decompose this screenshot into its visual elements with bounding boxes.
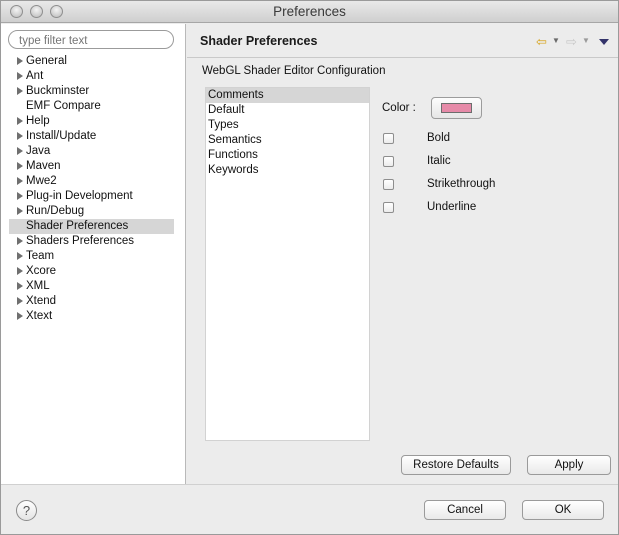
expand-arrow-icon[interactable]	[17, 207, 23, 215]
filter-input[interactable]	[8, 30, 174, 49]
page-header: Shader Preferences ⇦ ▼ ⇨ ▼	[187, 24, 618, 58]
tree-item-label: Maven	[26, 160, 61, 172]
tree-item[interactable]: Xcore	[9, 264, 174, 279]
back-arrow-icon[interactable]: ⇦	[536, 34, 547, 50]
syntax-list-item[interactable]: Comments	[206, 88, 369, 103]
tree-item[interactable]: Buckminster	[9, 84, 174, 99]
italic-checkbox[interactable]	[383, 156, 394, 167]
tree-item-label: Install/Update	[26, 130, 97, 142]
syntax-list-item[interactable]: Semantics	[206, 133, 369, 148]
tree-item[interactable]: XML	[9, 279, 174, 294]
expand-arrow-icon[interactable]	[17, 147, 23, 155]
page-title: Shader Preferences	[200, 34, 318, 48]
help-icon[interactable]: ?	[16, 500, 37, 521]
tree-item[interactable]: Shaders Preferences	[9, 234, 174, 249]
tree-item-label: Xcore	[26, 265, 57, 277]
tree-item-label: Xtend	[26, 295, 57, 307]
tree-item[interactable]: Shader Preferences	[9, 219, 174, 234]
underline-checkbox[interactable]	[383, 202, 394, 213]
tree-item-label: Java	[26, 145, 51, 157]
tree-item[interactable]: Help	[9, 114, 174, 129]
preferences-tree-pane: General Ant Buckminster EMF Compare Help Inst…	[1, 24, 186, 484]
syntax-list-item[interactable]: Functions	[206, 148, 369, 163]
tree-item[interactable]: Maven	[9, 159, 174, 174]
tree-item-label: Shader Preferences	[26, 220, 129, 232]
strikethrough-checkbox[interactable]	[383, 179, 394, 190]
expand-arrow-icon[interactable]	[17, 237, 23, 245]
expand-arrow-icon[interactable]	[17, 87, 23, 95]
back-dropdown-icon[interactable]: ▼	[552, 36, 560, 45]
tree-item-label: Mwe2	[26, 175, 57, 187]
tree-item-label: XML	[26, 280, 50, 292]
tree-item[interactable]: Team	[9, 249, 174, 264]
cancel-button[interactable]: Cancel	[424, 500, 506, 520]
tree-item[interactable]: Install/Update	[9, 129, 174, 144]
tree-item[interactable]: Run/Debug	[9, 204, 174, 219]
tree-item-label: Shaders Preferences	[26, 235, 135, 247]
italic-label: Italic	[427, 155, 451, 167]
syntax-list-item[interactable]: Keywords	[206, 163, 369, 178]
view-menu-icon[interactable]	[599, 39, 609, 45]
expand-arrow-icon[interactable]	[17, 297, 23, 305]
tree-item-label: Help	[26, 115, 50, 127]
tree-item-label: Buckminster	[26, 85, 90, 97]
tree-item[interactable]: Mwe2	[9, 174, 174, 189]
config-label: WebGL Shader Editor Configuration	[202, 65, 386, 77]
bold-label: Bold	[427, 132, 451, 144]
tree-item[interactable]: Java	[9, 144, 174, 159]
tree-item-label: Team	[26, 250, 55, 262]
expand-arrow-icon[interactable]	[17, 177, 23, 185]
tree-item[interactable]: Xtext	[9, 309, 174, 324]
tree-item[interactable]: Xtend	[9, 294, 174, 309]
color-label: Color :	[382, 102, 416, 114]
expand-arrow-icon[interactable]	[17, 312, 23, 320]
ok-button[interactable]: OK	[522, 500, 604, 520]
window-title: Preferences	[273, 4, 346, 19]
syntax-element-list[interactable]: Comments Default Types Semantics Functions Ke…	[205, 87, 370, 441]
expand-arrow-icon[interactable]	[17, 252, 23, 260]
underline-label: Underline	[427, 201, 477, 213]
dialog-button-bar: ? Cancel OK	[1, 484, 618, 534]
syntax-list-item[interactable]: Default	[206, 103, 369, 118]
tree-item[interactable]: EMF Compare	[9, 99, 174, 114]
expand-arrow-icon[interactable]	[17, 267, 23, 275]
forward-arrow-icon[interactable]: ⇨	[566, 34, 577, 50]
apply-button[interactable]: Apply	[527, 455, 611, 475]
syntax-list-item[interactable]: Types	[206, 118, 369, 133]
tree-item-label: Plug-in Development	[26, 190, 133, 202]
tree-item[interactable]: Ant	[9, 69, 174, 84]
tree-item-label: Run/Debug	[26, 205, 85, 217]
restore-defaults-button[interactable]: Restore Defaults	[401, 455, 511, 475]
color-swatch	[441, 103, 472, 113]
forward-dropdown-icon[interactable]: ▼	[582, 36, 590, 45]
tree-item[interactable]: General	[9, 54, 174, 69]
title-bar: Preferences	[1, 1, 618, 23]
expand-arrow-icon[interactable]	[17, 162, 23, 170]
tree-item[interactable]: Plug-in Development	[9, 189, 174, 204]
tree-item-label: Xtext	[26, 310, 53, 322]
expand-arrow-icon[interactable]	[17, 57, 23, 65]
expand-arrow-icon[interactable]	[17, 132, 23, 140]
tree-item-label: General	[26, 55, 67, 67]
color-picker-button[interactable]	[431, 97, 482, 119]
bold-checkbox[interactable]	[383, 133, 394, 144]
preferences-tree: General Ant Buckminster EMF Compare Help Inst…	[9, 54, 174, 324]
expand-arrow-icon[interactable]	[17, 117, 23, 125]
expand-arrow-icon[interactable]	[17, 72, 23, 80]
preferences-window: Preferences General Ant Buckminster EMF Com…	[0, 0, 619, 535]
preference-page: Shader Preferences ⇦ ▼ ⇨ ▼ WebGL Shader …	[187, 24, 618, 484]
tree-item-label: EMF Compare	[26, 100, 101, 112]
tree-item-label: Ant	[26, 70, 44, 82]
expand-arrow-icon[interactable]	[17, 282, 23, 290]
expand-arrow-icon[interactable]	[17, 192, 23, 200]
strikethrough-label: Strikethrough	[427, 178, 496, 190]
